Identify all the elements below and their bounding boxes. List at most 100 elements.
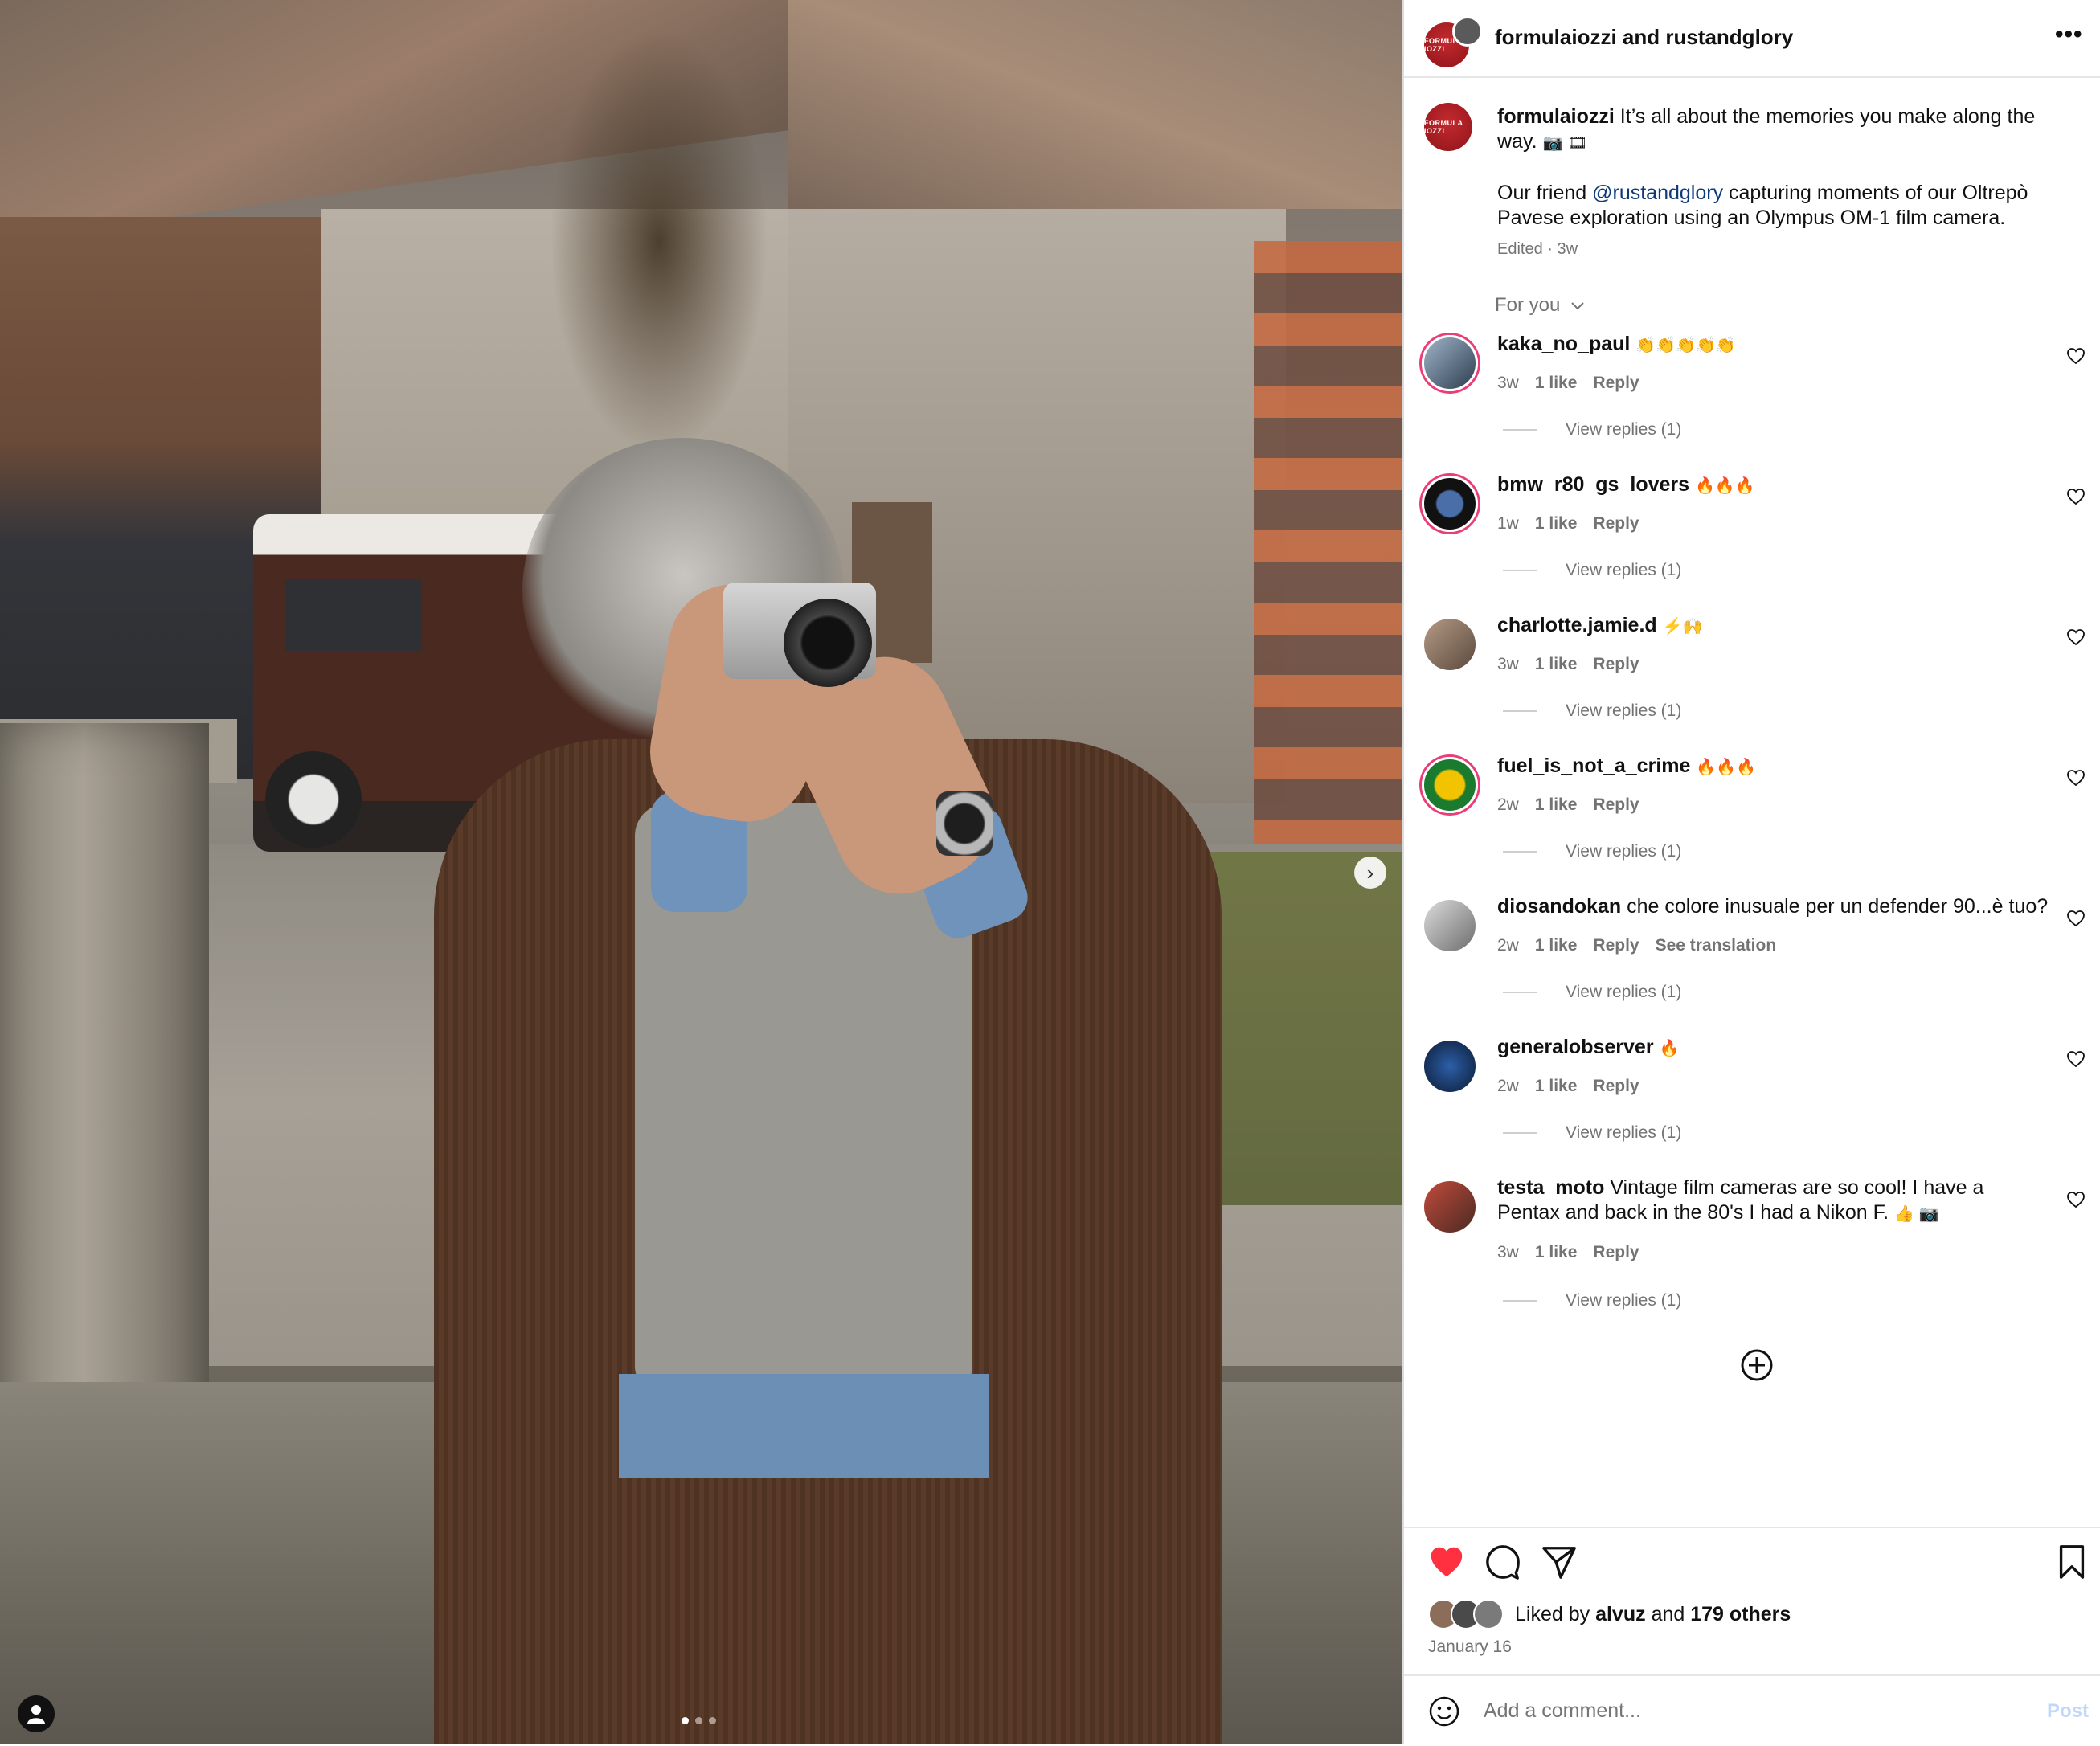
caption-avatar[interactable]: FORMULA IOZZI	[1424, 103, 1472, 151]
comment-time[interactable]: 3w	[1497, 655, 1519, 674]
view-replies-button[interactable]: View replies (1)	[1503, 842, 1681, 861]
comment-likes[interactable]: 1 like	[1535, 936, 1578, 955]
comment-body: che colore inusuale per un defender 90..…	[1627, 895, 2049, 918]
mention-link[interactable]: @rustandglory	[1592, 182, 1723, 204]
save-bookmark-icon[interactable]	[2053, 1544, 2090, 1580]
view-replies-button[interactable]: View replies (1)	[1503, 701, 1681, 721]
add-comment-bar: Post	[1404, 1674, 2100, 1746]
comment-username[interactable]: kaka_no_paul	[1497, 333, 1630, 355]
comment-username[interactable]: charlotte.jamie.d	[1497, 614, 1657, 636]
comment-username[interactable]: testa_moto	[1497, 1176, 1604, 1199]
avatar[interactable]	[1422, 616, 1478, 673]
comment-meta: 2w 1 like Reply	[1497, 1077, 1656, 1096]
more-options-icon[interactable]: •••	[2055, 21, 2083, 48]
comment-item: kaka_no_paul 👏👏👏👏👏 3w 1 like Reply View repl…	[1404, 325, 2100, 466]
carousel-indicator	[682, 1717, 716, 1724]
emoji-icon[interactable]	[1428, 1695, 1460, 1728]
photo-roof-right	[788, 0, 1402, 209]
reply-button[interactable]: Reply	[1593, 655, 1639, 674]
reply-button[interactable]: Reply	[1593, 374, 1639, 393]
like-heart-icon[interactable]	[1428, 1544, 1465, 1580]
carousel-dot	[682, 1717, 689, 1724]
reply-button[interactable]: Reply	[1593, 936, 1639, 955]
caption-username[interactable]: formulaiozzi	[1497, 105, 1615, 128]
comment-likes[interactable]: 1 like	[1535, 655, 1578, 674]
comment-like-heart-icon[interactable]	[2066, 1049, 2086, 1069]
reply-button[interactable]: Reply	[1593, 795, 1639, 815]
comment-time[interactable]: 3w	[1497, 374, 1519, 393]
avatar[interactable]	[1422, 1038, 1478, 1094]
view-replies-button[interactable]: View replies (1)	[1503, 1123, 1681, 1143]
avatar[interactable]	[1422, 757, 1478, 813]
comment-likes[interactable]: 1 like	[1535, 1243, 1578, 1262]
comment-time[interactable]: 1w	[1497, 514, 1519, 534]
likes-summary[interactable]: Liked by alvuz and 179 others	[1428, 1599, 1791, 1629]
see-translation-button[interactable]: See translation	[1656, 936, 1777, 955]
comment-emoji: ⚡🙌	[1662, 618, 1703, 636]
post-comment-button[interactable]: Post	[2047, 1700, 2089, 1723]
comment-likes[interactable]: 1 like	[1535, 1077, 1578, 1096]
chevron-down-icon	[1571, 302, 1584, 310]
post-authors[interactable]: formulaiozzi and rustandglory	[1495, 25, 1793, 50]
comment-username[interactable]: fuel_is_not_a_crime	[1497, 754, 1690, 777]
comment-username[interactable]: generalobserver	[1497, 1036, 1654, 1058]
caption-text: formulaiozzi It’s all about the memories…	[1497, 104, 2060, 262]
reply-button[interactable]: Reply	[1593, 1243, 1639, 1262]
comment-likes[interactable]: 1 like	[1535, 374, 1578, 393]
view-replies-button[interactable]: View replies (1)	[1503, 420, 1681, 440]
next-photo-button[interactable]: ›	[1354, 857, 1386, 889]
comment-text: kaka_no_paul 👏👏👏👏👏	[1497, 332, 2052, 358]
comment-emoji: 👏👏👏👏👏	[1635, 337, 1736, 354]
reply-button[interactable]: Reply	[1593, 1077, 1639, 1096]
photo-shirt	[619, 1374, 989, 1478]
comment-input[interactable]	[1482, 1699, 1967, 1724]
comment-likes[interactable]: 1 like	[1535, 795, 1578, 815]
view-replies-button[interactable]: View replies (1)	[1503, 1291, 1681, 1311]
comment-icon[interactable]	[1484, 1544, 1521, 1580]
comment-item: charlotte.jamie.d ⚡🙌 3w 1 like Reply View re…	[1404, 607, 2100, 747]
comment-emoji: 🔥🔥🔥	[1696, 759, 1757, 776]
liker-username[interactable]: alvuz	[1595, 1603, 1646, 1626]
avatar[interactable]	[1422, 476, 1478, 532]
comment-like-heart-icon[interactable]	[2066, 628, 2086, 647]
comment-username[interactable]: diosandokan	[1497, 895, 1621, 918]
comment-like-heart-icon[interactable]	[2066, 1190, 2086, 1209]
comment-like-heart-icon[interactable]	[2066, 487, 2086, 506]
post-date[interactable]: January 16	[1428, 1638, 1512, 1657]
likes-middle: and	[1651, 1602, 1685, 1625]
comment-like-heart-icon[interactable]	[2066, 768, 2086, 787]
collaborator-avatar[interactable]	[1452, 16, 1483, 47]
view-replies-button[interactable]: View replies (1)	[1503, 983, 1681, 1002]
comment-item: fuel_is_not_a_crime 🔥🔥🔥 2w 1 like Reply View…	[1404, 747, 2100, 888]
comment-text: bmw_r80_gs_lovers 🔥🔥🔥	[1497, 472, 2052, 499]
tagged-users-button[interactable]	[18, 1695, 55, 1732]
brand-logo-text: FORMULA IOZZI	[1424, 119, 1463, 135]
comment-time[interactable]: 2w	[1497, 795, 1519, 815]
carousel-dot	[709, 1717, 716, 1724]
post-photo[interactable]: ›	[0, 0, 1402, 1744]
share-icon[interactable]	[1541, 1544, 1578, 1580]
photo-lens	[784, 599, 872, 687]
avatar[interactable]	[1422, 1179, 1478, 1235]
photo-truck-window	[285, 579, 422, 651]
load-more-comments-icon[interactable]	[1740, 1348, 1774, 1382]
liker-avatars	[1428, 1599, 1504, 1629]
comment-sort-dropdown[interactable]: For you	[1495, 294, 1585, 317]
comment-time[interactable]: 3w	[1497, 1243, 1519, 1262]
comment-time[interactable]: 2w	[1497, 1077, 1519, 1096]
avatar[interactable]	[1422, 335, 1478, 391]
reply-button[interactable]: Reply	[1593, 514, 1639, 534]
comment-text: fuel_is_not_a_crime 🔥🔥🔥	[1497, 754, 2052, 780]
comment-likes[interactable]: 1 like	[1535, 514, 1578, 534]
likes-others[interactable]: 179 others	[1690, 1603, 1791, 1626]
person-icon	[27, 1705, 45, 1724]
comment-meta: 3w 1 like Reply	[1497, 374, 1656, 393]
avatar[interactable]	[1422, 898, 1478, 954]
comment-username[interactable]: bmw_r80_gs_lovers	[1497, 473, 1689, 496]
post-header: FORMULA IOZZI formulaiozzi and rustandgl…	[1404, 0, 2100, 78]
comment-like-heart-icon[interactable]	[2066, 346, 2086, 366]
comment-like-heart-icon[interactable]	[2066, 909, 2086, 928]
post-side-panel: FORMULA IOZZI formulaiozzi and rustandgl…	[1402, 0, 2100, 1744]
comment-time[interactable]: 2w	[1497, 936, 1519, 955]
view-replies-button[interactable]: View replies (1)	[1503, 561, 1681, 580]
